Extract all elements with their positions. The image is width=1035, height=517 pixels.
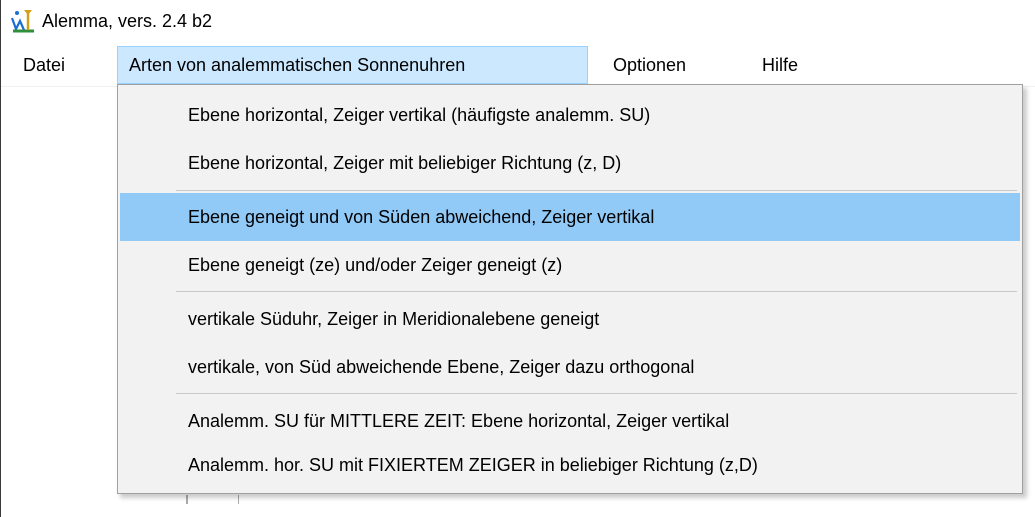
menu-item-fixierter-zeiger[interactable]: Analemm. hor. SU mit FIXIERTEM ZEIGER in… [120,441,1020,489]
window-title: Alemma, vers. 2.4 b2 [42,11,213,31]
title-bar[interactable]: Alemma, vers. 2.4 b2 [1,0,1035,42]
app-window: Alemma, vers. 2.4 b2 Datei Arten von ana… [0,0,1035,517]
menu-optionen[interactable]: Optionen [601,46,698,84]
menu-arten-von-analemmatischen-sonnenuhren[interactable]: Arten von analemmatischen Sonnenuhren [117,46,588,84]
dropdown-menu-arten: Ebene horizontal, Zeiger vertikal (häufi… [117,84,1023,494]
menu-hilfe[interactable]: Hilfe [750,46,810,84]
menu-bar: Datei Arten von analemmatischen Sonnenuh… [1,44,1035,86]
menu-separator [176,291,1017,292]
menu-datei[interactable]: Datei [11,46,77,84]
menu-item-vertikale-abweichend[interactable]: vertikale, von Süd abweichende Ebene, Ze… [120,343,1020,391]
menu-separator [176,190,1017,191]
menu-separator [176,393,1017,394]
menu-item-horizontal-vertical[interactable]: Ebene horizontal, Zeiger vertikal (häufi… [120,91,1020,139]
menu-item-horizontal-beliebig[interactable]: Ebene horizontal, Zeiger mit beliebiger … [120,139,1020,187]
menu-item-geneigt-ze-z[interactable]: Ebene geneigt (ze) und/oder Zeiger genei… [120,241,1020,289]
alemma-app-icon[interactable] [10,8,36,34]
menu-item-geneigt-abweichend[interactable]: Ebene geneigt und von Süden abweichend, … [120,193,1020,241]
menu-item-vertikale-sueduhr[interactable]: vertikale Süduhr, Zeiger in Meridionaleb… [120,295,1020,343]
menu-item-mittlere-zeit[interactable]: Analemm. SU für MITTLERE ZEIT: Ebene hor… [120,397,1020,445]
